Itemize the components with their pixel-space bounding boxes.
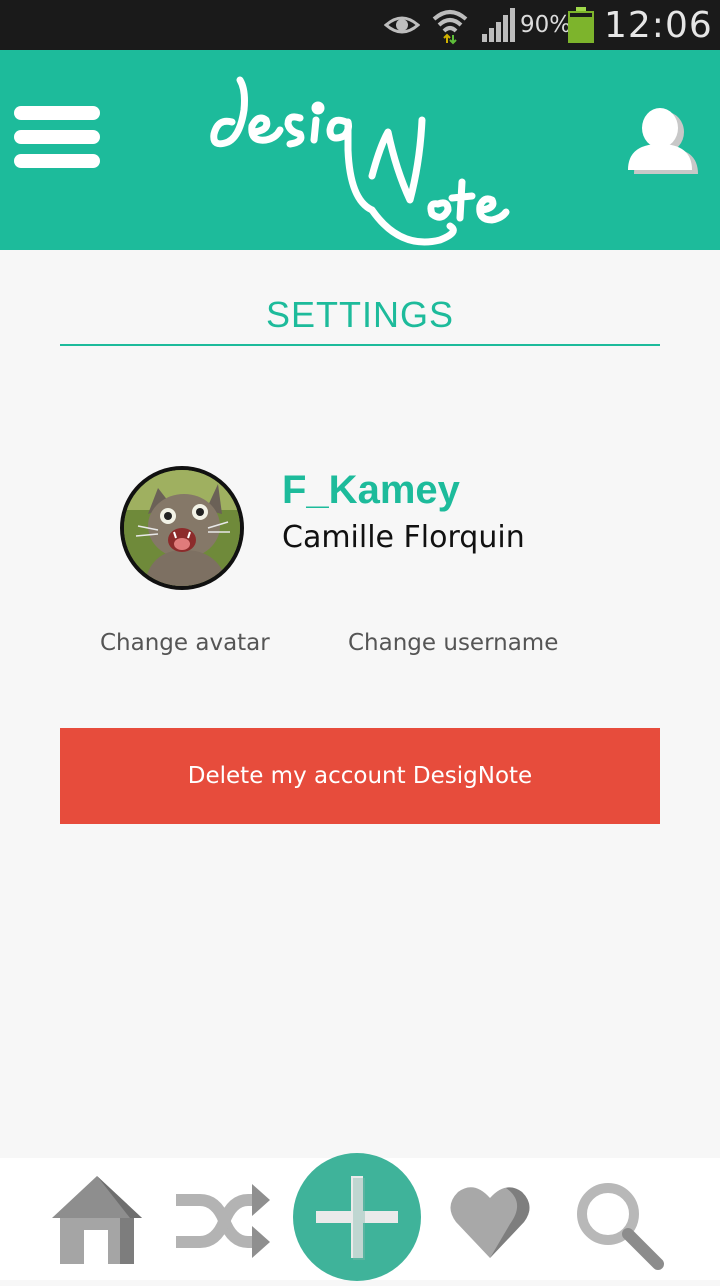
full-name: Camille Florquin: [282, 520, 525, 555]
username: F_Kamey: [282, 468, 460, 512]
user-icon[interactable]: [620, 98, 700, 178]
clock: 12:06: [604, 4, 713, 46]
avatar: [120, 466, 244, 590]
title-divider: [60, 344, 660, 346]
app-header: [0, 50, 720, 250]
signal-icon: [480, 0, 516, 50]
home-icon[interactable]: [50, 1174, 144, 1272]
bottom-nav: [0, 1153, 720, 1281]
status-bar: 90% 12:06: [0, 0, 720, 50]
change-avatar-link[interactable]: Change avatar: [100, 630, 270, 656]
delete-account-button[interactable]: Delete my account DesigNote: [60, 728, 660, 824]
heart-icon[interactable]: [448, 1180, 532, 1264]
shuffle-icon[interactable]: [172, 1176, 272, 1270]
app-logo: [200, 50, 520, 250]
wifi-icon: [430, 0, 470, 50]
menu-icon[interactable]: [14, 106, 104, 170]
settings-panel: SETTINGS F_Kamey Camille Florquin Change…: [0, 250, 720, 1158]
page-title: SETTINGS: [265, 294, 455, 335]
eye-icon: [384, 0, 420, 50]
battery-percent: 90%: [520, 12, 572, 38]
change-username-link[interactable]: Change username: [348, 630, 558, 656]
battery-icon: [568, 0, 594, 50]
add-icon[interactable]: [292, 1152, 422, 1286]
search-icon[interactable]: [574, 1180, 664, 1274]
